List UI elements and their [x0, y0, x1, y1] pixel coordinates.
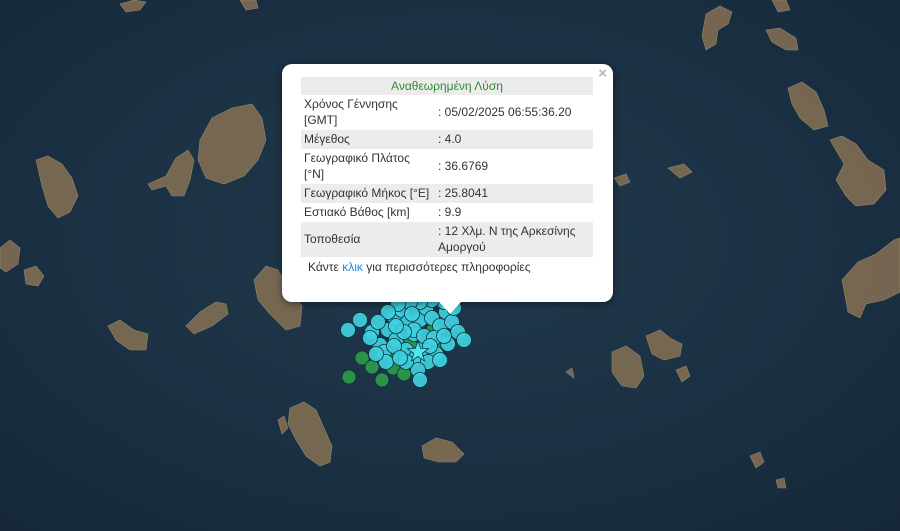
- earthquake-marker[interactable]: [436, 328, 452, 344]
- info-row-longitude: Γεωγραφικό Μήκος [°E] : 25.8041: [301, 184, 593, 203]
- info-value: : 05/02/2025 06:55:36.20: [438, 105, 572, 119]
- popup-title: Αναθεωρημένη Λύση: [301, 77, 593, 95]
- info-value: : 9.9: [438, 205, 462, 219]
- earthquake-marker[interactable]: [340, 322, 356, 338]
- more-info-link[interactable]: κλικ: [342, 260, 363, 274]
- earthquake-marker[interactable]: [404, 306, 420, 322]
- earthquake-marker[interactable]: [364, 359, 380, 375]
- earthquake-marker[interactable]: [368, 346, 384, 362]
- more-info-suffix: για περισσότερες πληροφορίες: [366, 260, 531, 274]
- earthquake-info-popup: × Αναθεωρημένη Λύση Χρόνος Γέννησης [GMT…: [282, 64, 613, 314]
- info-value: : 12 Χλμ. Ν της Αρκεσίνης Αμοργού: [435, 222, 593, 257]
- earthquake-marker[interactable]: [352, 312, 368, 328]
- more-info-line: Κάντε κλικ για περισσότερες πληροφορίες: [301, 260, 595, 274]
- info-value: : 4.0: [435, 130, 593, 149]
- info-row-depth: Εστιακό Βάθος [km] : 9.9: [301, 203, 593, 222]
- earthquake-info-table: Αναθεωρημένη Λύση Χρόνος Γέννησης [GMT] …: [301, 77, 593, 257]
- info-label: Μέγεθος: [301, 130, 435, 149]
- earthquake-marker[interactable]: [456, 332, 472, 348]
- earthquake-marker[interactable]: [412, 372, 428, 388]
- info-row-location: Τοποθεσία : 12 Χλμ. Ν της Αρκεσίνης Αμορ…: [301, 222, 593, 257]
- info-row-origin-time: Χρόνος Γέννησης [GMT] : 05/02/2025 06:55…: [301, 95, 593, 130]
- earthquake-marker[interactable]: [392, 350, 408, 366]
- info-label: Χρόνος Γέννησης [GMT]: [304, 97, 398, 127]
- info-value: : 36.6769: [438, 159, 489, 173]
- earthquake-marker[interactable]: [374, 372, 390, 388]
- earthquake-marker[interactable]: [370, 314, 386, 330]
- info-value: : 25.8041: [435, 184, 593, 203]
- earthquake-marker[interactable]: [341, 369, 357, 385]
- close-icon[interactable]: ×: [598, 66, 607, 82]
- earthquake-marker[interactable]: [362, 330, 378, 346]
- info-row-magnitude: Μέγεθος : 4.0: [301, 130, 593, 149]
- map-view[interactable]: × Αναθεωρημένη Λύση Χρόνος Γέννησης [GMT…: [0, 0, 900, 531]
- info-label: Γεωγραφικό Μήκος [°E]: [301, 184, 435, 203]
- earthquake-marker[interactable]: [432, 352, 448, 368]
- popup-pointer: [439, 302, 461, 314]
- earthquake-marker[interactable]: [388, 318, 404, 334]
- info-row-latitude: Γεωγραφικό Πλάτος [°N] : 36.6769: [301, 149, 593, 184]
- more-info-prefix: Κάντε: [308, 260, 339, 274]
- info-label: Γεωγραφικό Πλάτος [°N]: [304, 151, 410, 181]
- info-label: Τοποθεσία: [301, 222, 435, 257]
- info-label: Εστιακό Βάθος [km]: [304, 205, 410, 219]
